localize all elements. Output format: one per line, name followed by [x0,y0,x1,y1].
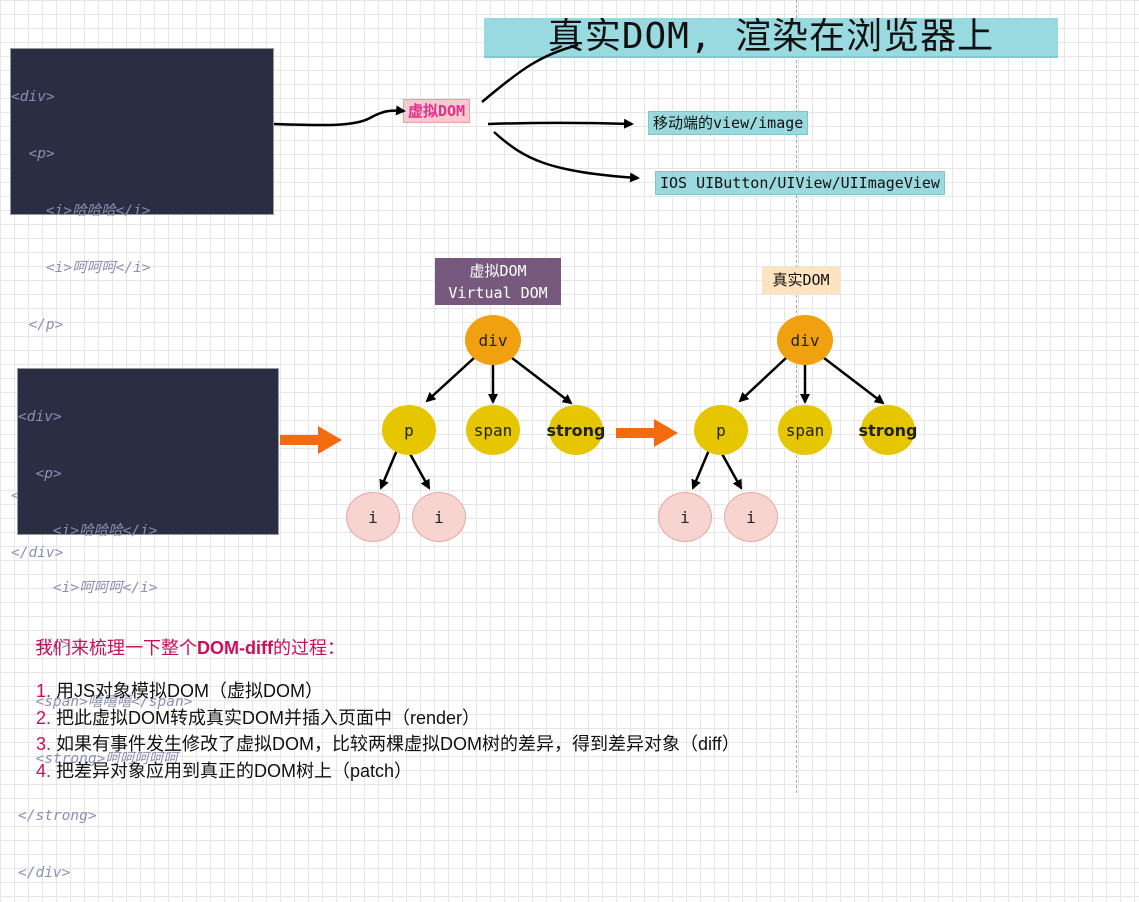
step-text: 把差异对象应用到真正的DOM树上（patch） [51,760,413,781]
edge [511,357,573,405]
step-number: 1. [36,681,52,701]
process-heading: 我们来梳理一下整个DOM-diff的过程： [35,634,345,660]
real-dom-label: 真实DOM [762,267,840,294]
arrow-vdom-to-mobile [487,118,634,129]
rtree-node-strong: strong [859,405,917,455]
edge [691,449,711,490]
vtree-node-p: p [382,405,436,455]
rtree-node-span: span [778,405,832,455]
step-text: 把此虚拟DOM转成真实DOM并插入页面中（render） [51,707,481,728]
orange-arrow-middle [616,419,678,447]
heading-suffix: 的过程： [272,638,345,658]
vtree-node-strong: strong [547,405,605,455]
connector-arrows [273,43,885,490]
edge [738,357,787,403]
code-line: </strong> [18,808,97,824]
edge [823,357,885,405]
orange-arrow-left [280,426,342,454]
edge [719,451,743,490]
step-item: 3. 如果有事件发生修改了虚拟DOM，比较两棵虚拟DOM树的差异，得到差异对象（… [36,731,740,758]
step-number: 3. [36,734,52,754]
heading-bold: DOM-diff [197,638,273,658]
rtree-node-i: i [658,492,712,542]
vtree-node-span: span [466,405,520,455]
vtree-node-i: i [412,492,466,542]
vtree-node-i: i [346,492,400,542]
step-item: 1. 用JS对象模拟DOM（虚拟DOM） [36,678,740,705]
edge [407,451,431,490]
arrow-vdom-to-ios [493,131,640,183]
step-text: 如果有事件发生修改了虚拟DOM，比较两棵虚拟DOM树的差异，得到差异对象（dif… [51,734,740,754]
process-steps-list: 1. 用JS对象模拟DOM（虚拟DOM） 2. 把此虚拟DOM转成真实DOM并插… [36,678,740,784]
step-item: 2. 把此虚拟DOM转成真实DOM并插入页面中（render） [36,705,740,732]
rtree-root-node: div [777,315,833,365]
code-line: </div> [18,865,71,881]
virtual-dom-label: 虚拟DOM Virtual DOM [435,258,561,305]
step-number: 2. [36,707,52,728]
edge [425,357,475,403]
step-item: 4. 把差异对象应用到真正的DOM树上（patch） [36,758,740,785]
step-number: 4. [36,760,52,781]
virtual-dom-label-line2: Virtual DOM [448,284,548,302]
vtree-root-node: div [465,315,521,365]
arrow-vdom-to-browser [481,43,579,103]
virtual-dom-label-line1: 虚拟DOM [469,262,527,280]
arrow-code-to-vdom [273,105,406,127]
heading-prefix: 我们来梳理一下整个 [35,638,197,658]
rtree-node-p: p [694,405,748,455]
rtree-node-i: i [724,492,778,542]
step-text: 用JS对象模拟DOM（虚拟DOM） [51,681,324,701]
edge [379,449,399,490]
